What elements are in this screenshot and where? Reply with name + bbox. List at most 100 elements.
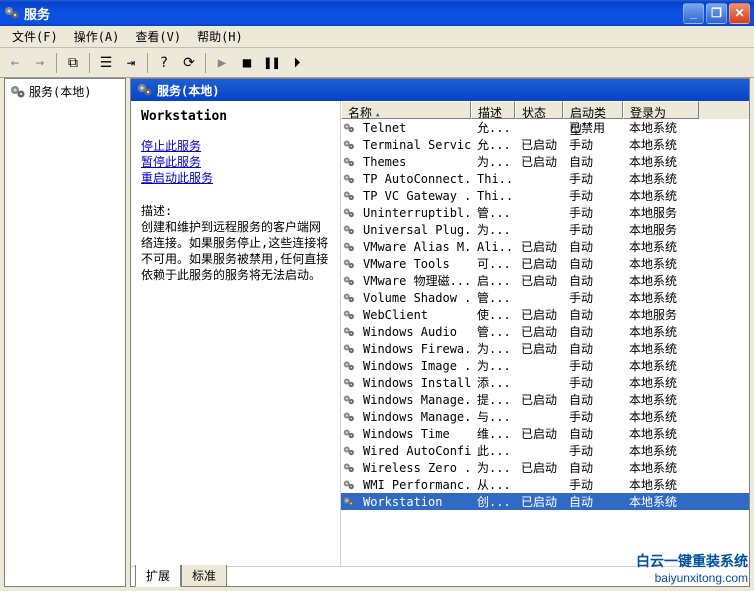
cell-name: Windows Installer <box>357 376 471 390</box>
cell-logon: 本地系统 <box>623 459 699 476</box>
table-row[interactable]: Windows Firewa...为...已启动自动本地系统 <box>341 340 749 357</box>
cell-name: Uninterruptibl... <box>357 206 471 220</box>
table-row[interactable]: Wireless Zero ...为...已启动自动本地系统 <box>341 459 749 476</box>
service-icon <box>341 291 357 305</box>
service-icon <box>341 444 357 458</box>
table-row[interactable]: Terminal Services允...已启动手动本地系统 <box>341 136 749 153</box>
cell-startup: 自动 <box>563 272 623 289</box>
cell-name: Windows Manage... <box>357 393 471 407</box>
cell-desc: 允... <box>471 119 515 136</box>
tab-extended[interactable]: 扩展 <box>135 565 181 587</box>
service-icon <box>341 393 357 407</box>
cell-logon: 本地系统 <box>623 391 699 408</box>
cell-logon: 本地服务 <box>623 306 699 323</box>
service-icon <box>341 427 357 441</box>
forward-button[interactable]: → <box>29 52 51 74</box>
cell-status: 已启动 <box>515 255 563 272</box>
table-row[interactable]: Telnet允...已禁用本地系统 <box>341 119 749 136</box>
restart-service-button[interactable]: ⏵ <box>286 52 308 74</box>
start-service-button[interactable]: ▶ <box>211 52 233 74</box>
detail-panel: Workstation 停止此服务 暂停此服务 重启动此服务 描述: 创建和维护… <box>131 101 341 566</box>
cell-status: 已启动 <box>515 493 563 510</box>
cell-startup: 手动 <box>563 204 623 221</box>
menu-action[interactable]: 操作(A) <box>66 26 128 47</box>
view-tabs: 扩展 标准 <box>131 566 749 586</box>
content-panel: 服务(本地) Workstation 停止此服务 暂停此服务 重启动此服务 描述… <box>130 78 750 587</box>
cell-startup: 手动 <box>563 289 623 306</box>
table-row[interactable]: Windows Audio管...已启动自动本地系统 <box>341 323 749 340</box>
cell-startup: 手动 <box>563 476 623 493</box>
tree-root-item[interactable]: 服务(本地) <box>8 82 122 101</box>
cell-startup: 手动 <box>563 170 623 187</box>
table-row[interactable]: WMI Performanc...从...手动本地系统 <box>341 476 749 493</box>
cell-status: 已启动 <box>515 340 563 357</box>
table-row[interactable]: Workstation创...已启动自动本地系统 <box>341 493 749 510</box>
service-icon <box>341 478 357 492</box>
col-name[interactable]: 名称 <box>341 101 471 119</box>
cell-name: Windows Time <box>357 427 471 441</box>
help-button[interactable]: ? <box>153 52 175 74</box>
table-row[interactable]: Windows Installer添...手动本地系统 <box>341 374 749 391</box>
cell-logon: 本地系统 <box>623 340 699 357</box>
table-row[interactable]: Themes为...已启动自动本地系统 <box>341 153 749 170</box>
table-row[interactable]: VMware Alias M...Ali...已启动自动本地系统 <box>341 238 749 255</box>
minimize-button[interactable]: _ <box>683 3 704 24</box>
back-button[interactable]: ← <box>4 52 26 74</box>
table-row[interactable]: Uninterruptibl...管...手动本地服务 <box>341 204 749 221</box>
window-title: 服务 <box>24 4 683 23</box>
col-status[interactable]: 状态 <box>515 101 563 119</box>
restart-link[interactable]: 重启动此服务 <box>141 170 330 186</box>
table-row[interactable]: TP AutoConnect...Thi...手动本地系统 <box>341 170 749 187</box>
table-row[interactable]: Windows Manage...提...已启动自动本地系统 <box>341 391 749 408</box>
table-row[interactable]: Volume Shadow ...管...手动本地系统 <box>341 289 749 306</box>
cell-name: WMI Performanc... <box>357 478 471 492</box>
table-row[interactable]: WebClient使...已启动自动本地服务 <box>341 306 749 323</box>
export-button[interactable]: ⇥ <box>120 52 142 74</box>
menu-help[interactable]: 帮助(H) <box>189 26 251 47</box>
toolbar: ← → ⧉ ☰ ⇥ ? ⟳ ▶ ■ ❚❚ ⏵ <box>0 48 754 78</box>
cell-desc: 为... <box>471 340 515 357</box>
table-row[interactable]: TP VC Gateway ...Thi...手动本地系统 <box>341 187 749 204</box>
col-logon[interactable]: 登录为 <box>623 101 699 119</box>
tab-standard[interactable]: 标准 <box>181 565 227 587</box>
table-row[interactable]: Universal Plug...为...手动本地服务 <box>341 221 749 238</box>
service-list[interactable]: 名称 描述 状态 启动类型 登录为 Telnet允...已禁用本地系统Termi… <box>341 101 749 566</box>
col-desc[interactable]: 描述 <box>471 101 515 119</box>
stop-link[interactable]: 停止此服务 <box>141 138 330 154</box>
properties-button[interactable]: ☰ <box>95 52 117 74</box>
cell-name: Volume Shadow ... <box>357 291 471 305</box>
table-row[interactable]: Windows Image ...为...手动本地系统 <box>341 357 749 374</box>
cell-desc: 为... <box>471 357 515 374</box>
cell-desc: 允... <box>471 136 515 153</box>
cell-name: Windows Manage... <box>357 410 471 424</box>
app-icon <box>4 5 20 21</box>
cell-status: 已启动 <box>515 323 563 340</box>
cell-desc: 此... <box>471 442 515 459</box>
cell-status: 已启动 <box>515 306 563 323</box>
table-row[interactable]: Wired AutoConfig此...手动本地系统 <box>341 442 749 459</box>
cell-name: Terminal Services <box>357 138 471 152</box>
table-row[interactable]: VMware 物理磁...启...已启动自动本地系统 <box>341 272 749 289</box>
maximize-button[interactable]: ❐ <box>706 3 727 24</box>
table-row[interactable]: Windows Manage...与...手动本地系统 <box>341 408 749 425</box>
cell-desc: 与... <box>471 408 515 425</box>
service-icon <box>341 342 357 356</box>
stop-service-button[interactable]: ■ <box>236 52 258 74</box>
service-icon <box>341 121 357 135</box>
cell-desc: Thi... <box>471 172 515 186</box>
cell-logon: 本地服务 <box>623 204 699 221</box>
service-icon <box>341 461 357 475</box>
col-startup[interactable]: 启动类型 <box>563 101 623 119</box>
service-icon <box>341 308 357 322</box>
cell-name: Windows Audio <box>357 325 471 339</box>
refresh-button[interactable]: ⟳ <box>178 52 200 74</box>
table-row[interactable]: Windows Time维...已启动自动本地系统 <box>341 425 749 442</box>
menu-view[interactable]: 查看(V) <box>127 26 189 47</box>
pause-service-button[interactable]: ❚❚ <box>261 52 283 74</box>
cell-name: Windows Firewa... <box>357 342 471 356</box>
pause-link[interactable]: 暂停此服务 <box>141 154 330 170</box>
table-row[interactable]: VMware Tools可...已启动自动本地系统 <box>341 255 749 272</box>
show-hide-tree-button[interactable]: ⧉ <box>62 52 84 74</box>
close-button[interactable]: ✕ <box>729 3 750 24</box>
menu-file[interactable]: 文件(F) <box>4 26 66 47</box>
